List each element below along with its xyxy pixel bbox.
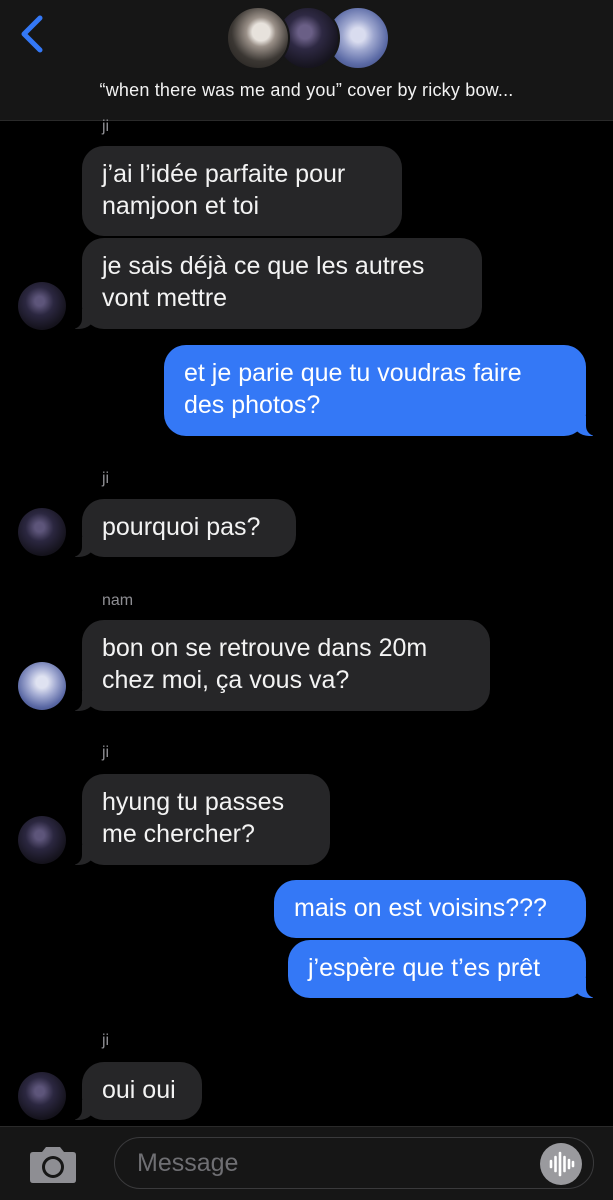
camera-icon	[30, 1147, 76, 1183]
conversation-title[interactable]: “when there was me and you” cover by ric…	[0, 80, 613, 101]
composer-bar	[0, 1126, 613, 1200]
message-bubble[interactable]: j’ai l’idée parfaite pour namjoon et toi	[82, 146, 402, 236]
avatar[interactable]	[18, 662, 66, 710]
avatar[interactable]	[18, 508, 66, 556]
audio-waveform-icon	[549, 1151, 575, 1177]
message-bubble[interactable]: je sais déjà ce que les autres vont mett…	[70, 238, 482, 329]
message-bubble[interactable]: bon on se retrouve dans 20m chez moi, ça…	[70, 620, 490, 711]
avatar	[226, 6, 290, 70]
message-bubble[interactable]: j’espère que t’es prêt	[288, 940, 598, 998]
avatar[interactable]	[18, 816, 66, 864]
sender-name: ji	[102, 118, 110, 135]
sender-name: ji	[102, 470, 110, 487]
message-bubble[interactable]: et je parie que tu voudras faire des pho…	[164, 345, 598, 436]
message-input[interactable]	[114, 1137, 594, 1189]
back-button[interactable]	[14, 12, 54, 56]
message-bubble[interactable]: mais on est voisins???	[274, 880, 586, 938]
sender-name: nam	[102, 592, 134, 609]
sender-name: ji	[102, 1032, 110, 1049]
messages-screen: “when there was me and you” cover by ric…	[0, 0, 613, 1200]
group-avatars[interactable]	[226, 6, 396, 72]
avatar[interactable]	[18, 1072, 66, 1120]
audio-message-button[interactable]	[540, 1143, 582, 1185]
message-bubble[interactable]: hyung tu passes me chercher?	[70, 774, 330, 865]
message-bubble[interactable]: pourquoi pas?	[70, 499, 296, 557]
sender-name: ji	[102, 744, 110, 761]
conversation-header: “when there was me and you” cover by ric…	[0, 0, 613, 121]
message-bubble[interactable]: oui oui	[70, 1062, 202, 1120]
camera-button[interactable]	[26, 1145, 80, 1185]
chevron-left-icon	[21, 15, 43, 53]
avatar[interactable]	[18, 282, 66, 330]
